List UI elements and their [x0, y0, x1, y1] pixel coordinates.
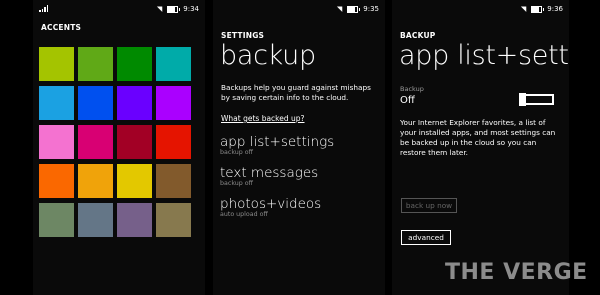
accent-tile-orange[interactable] [39, 164, 74, 198]
app-title: BACKUP [400, 31, 436, 40]
accent-tile-green[interactable] [78, 47, 113, 81]
phone-accents-screen: ◥ 9:34 ACCENTS [33, 0, 205, 295]
item-status: backup off [220, 149, 253, 156]
phone-backup-screen: ◥ 9:35 SETTINGS backup Backups help you … [213, 0, 385, 295]
accent-tile-taupe[interactable] [156, 203, 191, 237]
page-title: ACCENTS [41, 23, 82, 32]
backup-item-app-list[interactable]: app list+settings backup off [220, 134, 334, 156]
watermark-logo: THE VERGE [445, 260, 588, 285]
battery-icon [347, 5, 361, 13]
item-name: app list+settings [220, 134, 335, 150]
accent-tile-brown[interactable] [156, 164, 191, 198]
accent-tile-red[interactable] [156, 125, 191, 159]
accent-color-grid [39, 47, 191, 237]
accent-tile-cobalt[interactable] [78, 86, 113, 120]
backup-description: Your Internet Explorer favorites, a list… [400, 118, 556, 157]
wifi-icon: ◥ [520, 4, 527, 13]
backup-item-text-messages[interactable]: text messages backup off [220, 165, 318, 187]
accent-tile-cyan[interactable] [39, 86, 74, 120]
toggle-knob [519, 93, 526, 106]
item-name: text messages [220, 165, 319, 181]
toggle-state: Off [400, 95, 415, 106]
accent-tile-crimson[interactable] [117, 125, 152, 159]
accent-tile-steel[interactable] [78, 203, 113, 237]
accent-tile-mauve[interactable] [117, 203, 152, 237]
what-gets-backed-up-link[interactable]: What gets backed up? [221, 114, 305, 123]
accent-tile-magenta[interactable] [78, 125, 113, 159]
battery-icon [167, 5, 181, 13]
item-status: backup off [220, 180, 253, 187]
item-status: auto upload off [220, 211, 268, 218]
signal-icon [39, 5, 48, 12]
accent-tile-olive[interactable] [39, 203, 74, 237]
item-name: photos+videos [220, 196, 322, 212]
accent-tile-amber[interactable] [78, 164, 113, 198]
status-bar-left [39, 5, 48, 14]
status-bar: ◥ 9:36 [521, 5, 563, 13]
backup-description: Backups help you guard against mishaps b… [221, 83, 371, 102]
accent-tile-pink[interactable] [39, 125, 74, 159]
accent-tile-lime[interactable] [39, 47, 74, 81]
phone-app-list-settings-screen: ◥ 9:36 BACKUP app list+settings Backup O… [392, 0, 569, 295]
advanced-button[interactable]: advanced [401, 230, 451, 245]
page-title: app list+settings [399, 40, 569, 71]
status-bar: ◥ 9:34 [157, 5, 199, 13]
page-title: backup [220, 40, 316, 71]
accent-tile-violet[interactable] [156, 86, 191, 120]
backup-item-photos-videos[interactable]: photos+videos auto upload off [220, 196, 321, 218]
status-bar: ◥ 9:35 [337, 5, 379, 13]
status-time: 9:36 [547, 5, 563, 13]
backup-toggle-switch[interactable] [519, 93, 554, 106]
wifi-icon: ◥ [336, 4, 343, 13]
status-time: 9:35 [363, 5, 379, 13]
wifi-icon: ◥ [156, 4, 163, 13]
toggle-label: Backup [400, 85, 424, 93]
battery-icon [531, 5, 545, 13]
back-up-now-button[interactable]: back up now [401, 198, 457, 213]
accent-tile-yellow[interactable] [117, 164, 152, 198]
status-time: 9:34 [183, 5, 199, 13]
accent-tile-teal[interactable] [156, 47, 191, 81]
accent-tile-indigo[interactable] [117, 86, 152, 120]
app-title: SETTINGS [221, 31, 265, 40]
accent-tile-emerald[interactable] [117, 47, 152, 81]
